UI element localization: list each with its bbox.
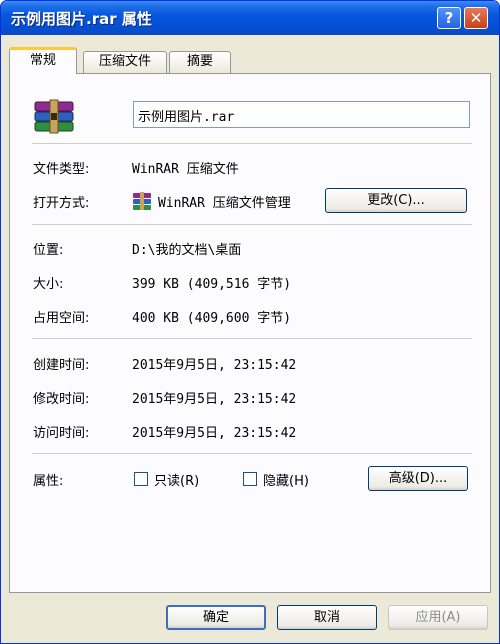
accessed-label: 访问时间: [33,426,90,441]
separator [32,143,472,144]
file-type-label: 文件类型: [33,162,90,177]
advanced-button[interactable]: 高级(D)... [368,466,468,491]
location-label: 位置: [33,243,64,258]
file-type-value: WinRAR 压缩文件 [132,162,239,177]
help-button[interactable]: ? [437,7,461,29]
title-bar[interactable]: 示例用图片.rar 属性 ? ✕ [1,1,499,35]
hidden-checkbox[interactable] [243,472,257,486]
tab-summary[interactable]: 摘要 [169,51,231,73]
created-label: 创建时间: [33,358,90,373]
cancel-button[interactable]: 取消 [277,605,377,630]
winrar-archive-icon [34,99,74,134]
accessed-value: 2015年9月5日, 23:15:42 [132,426,297,441]
separator [32,224,472,225]
created-value: 2015年9月5日, 23:15:42 [132,358,297,373]
window-title: 示例用图片.rar 属性 [11,10,152,28]
modified-label: 修改时间: [33,392,90,407]
filename-input[interactable]: 示例用图片.rar [133,101,470,128]
size-label: 大小: [33,277,64,292]
open-with-label: 打开方式: [33,196,90,211]
open-with-value: WinRAR 压缩文件管理 [158,196,291,211]
separator [32,338,472,339]
apply-button[interactable]: 应用(A) [388,605,488,630]
location-value: D:\我的文档\桌面 [132,243,242,258]
readonly-checkbox[interactable] [134,472,148,486]
ok-button[interactable]: 确定 [166,605,266,630]
modified-value: 2015年9月5日, 23:15:42 [132,392,297,407]
general-panel: 示例用图片.rar 文件类型: WinRAR 压缩文件 打开方式: WinRAR… [9,73,491,593]
size-on-disk-value: 400 KB (409,600 字节) [132,311,292,326]
change-button[interactable]: 更改(C)... [325,188,467,213]
winrar-app-icon [133,192,151,210]
tab-general[interactable]: 常规 [9,47,77,74]
attributes-label: 属性: [33,474,64,489]
properties-dialog: 示例用图片.rar 属性 ? ✕ 常规 压缩文件 摘要 示例用图片.rar 文件… [0,0,500,644]
separator [32,453,472,454]
readonly-label[interactable]: 只读(R) [154,470,199,489]
size-on-disk-label: 占用空间: [33,311,90,326]
hidden-label[interactable]: 隐藏(H) [263,470,309,489]
tab-archive[interactable]: 压缩文件 [83,51,167,73]
close-button[interactable]: ✕ [464,7,488,29]
size-value: 399 KB (409,516 字节) [132,277,292,292]
